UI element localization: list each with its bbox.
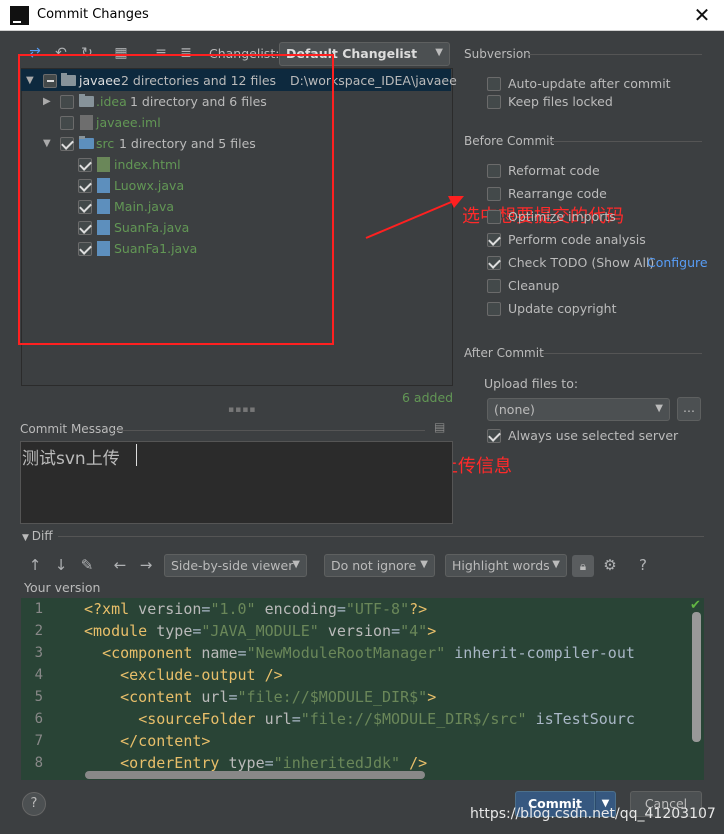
ignore-value: Do not ignore: [331, 558, 417, 573]
optimize-checkbox[interactable]: [487, 210, 501, 224]
browse-servers-button[interactable]: ...: [677, 397, 701, 421]
upload-label: Upload files to:: [484, 376, 579, 391]
divider: [549, 141, 702, 142]
code-text: <module type="JAVA_MODULE" version="4">: [84, 622, 437, 640]
chevron-down-icon: ▼: [292, 559, 300, 570]
code-line: 2 <module type="JAVA_MODULE" version="4">: [21, 620, 704, 642]
window-title: Commit Changes: [37, 7, 149, 22]
gear-icon[interactable]: ⚙: [601, 556, 619, 574]
code-line: 7 </content>: [21, 730, 704, 752]
code-line: 6 <sourceFolder url="file://$MODULE_DIR$…: [21, 708, 704, 730]
checkmark-icon: ✔: [690, 598, 701, 613]
cleanup-checkbox[interactable]: [487, 279, 501, 293]
line-number: 2: [34, 623, 43, 639]
todo-checkbox[interactable]: [487, 256, 501, 270]
your-version-label: Your version: [24, 580, 101, 595]
arrow-left-icon[interactable]: ←: [111, 556, 129, 574]
code-text: </content>: [120, 732, 211, 750]
line-number: 6: [34, 711, 43, 727]
chevron-down-icon: ▼: [22, 533, 32, 543]
chevron-down-icon: ▼: [655, 403, 663, 414]
splitter-handle[interactable]: ▪▪▪▪: [228, 405, 256, 415]
commit-history-icon[interactable]: ▤: [434, 420, 448, 434]
always-use-checkbox[interactable]: [487, 429, 501, 443]
edit-pencil-icon[interactable]: ✎: [78, 556, 96, 574]
auto-update-checkbox[interactable]: [487, 77, 501, 91]
intellij-app-icon: [10, 6, 29, 25]
ignore-select[interactable]: Do not ignore ▼: [324, 554, 435, 577]
arrow-down-icon[interactable]: ↓: [52, 556, 70, 574]
keep-locked-checkbox[interactable]: [487, 95, 501, 109]
code-line: 5 <content url="file://$MODULE_DIR$">: [21, 686, 704, 708]
added-count: 6 added: [402, 390, 454, 405]
subversion-title: Subversion: [464, 47, 531, 61]
reformat-label: Reformat code: [508, 163, 600, 178]
code-text: <?xml version="1.0" encoding="UTF-8"?>: [84, 600, 428, 618]
highlight-value: Highlight words: [452, 558, 550, 573]
after-commit-title: After Commit: [464, 346, 544, 360]
help-button[interactable]: ?: [22, 792, 46, 816]
before-commit-title: Before Commit: [464, 134, 555, 148]
diff-help-icon[interactable]: ?: [634, 556, 652, 574]
reformat-checkbox[interactable]: [487, 164, 501, 178]
divider: [58, 536, 704, 537]
analysis-checkbox[interactable]: [487, 233, 501, 247]
chevron-down-icon: ▼: [552, 559, 560, 570]
chevron-down-icon: ▼: [420, 559, 428, 570]
viewer-value: Side-by-side viewer: [171, 558, 294, 573]
code-text: <component name="NewModuleRootManager" i…: [102, 644, 635, 662]
code-text: <exclude-output />: [120, 666, 283, 684]
optimize-label: Optimize imports: [508, 209, 616, 224]
keep-locked-label: Keep files locked: [508, 94, 613, 109]
close-icon[interactable]: ✕: [689, 3, 715, 27]
horizontal-scrollbar[interactable]: [85, 771, 425, 779]
upload-server-select[interactable]: (none) ▼: [487, 398, 670, 421]
code-line: 1 <?xml version="1.0" encoding="UTF-8"?>: [21, 598, 704, 620]
annotation-arrow: [365, 196, 464, 239]
chevron-down-icon: ▼: [435, 47, 443, 58]
todo-label: Check TODO (Show All): [508, 255, 655, 270]
divider: [113, 430, 425, 431]
rearrange-checkbox[interactable]: [487, 187, 501, 201]
arrow-right-icon[interactable]: →: [137, 556, 155, 574]
divider: [541, 353, 702, 354]
line-number: 3: [34, 645, 43, 661]
commit-message-text[interactable]: 测试svn上传: [22, 444, 120, 469]
divider: [528, 54, 702, 55]
cleanup-label: Cleanup: [508, 278, 560, 293]
rearrange-label: Rearrange code: [508, 186, 607, 201]
line-number: 5: [34, 689, 43, 705]
diff-editor[interactable]: 1 <?xml version="1.0" encoding="UTF-8"?> 2…: [21, 598, 704, 780]
viewer-select[interactable]: Side-by-side viewer ▼: [164, 554, 307, 577]
analysis-label: Perform code analysis: [508, 232, 646, 247]
text-caret: [136, 444, 137, 466]
watermark-text: https://blog.csdn.net/qq_41203107: [470, 806, 716, 822]
annotation-highlight-box: [18, 54, 334, 345]
line-number: 4: [34, 667, 43, 683]
lock-icon[interactable]: 🔒︎: [572, 555, 594, 577]
always-use-label: Always use selected server: [508, 428, 679, 443]
copyright-checkbox[interactable]: [487, 302, 501, 316]
configure-link[interactable]: Configure: [647, 254, 708, 272]
line-number: 8: [34, 755, 43, 771]
diff-label: Diff: [31, 529, 53, 543]
line-number: 7: [34, 733, 43, 749]
diff-section-toggle[interactable]: ▼ Diff: [22, 529, 53, 543]
vertical-scrollbar[interactable]: [692, 612, 701, 742]
code-line: 4 <exclude-output />: [21, 664, 704, 686]
code-text: <sourceFolder url="file://$MODULE_DIR$/s…: [138, 710, 635, 728]
code-line: 3 <component name="NewModuleRootManager"…: [21, 642, 704, 664]
upload-server-value: (none): [494, 402, 535, 417]
highlight-select[interactable]: Highlight words ▼: [445, 554, 567, 577]
arrow-up-icon[interactable]: ↑: [26, 556, 44, 574]
code-text: <content url="file://$MODULE_DIR$">: [120, 688, 437, 706]
line-number: 1: [34, 601, 43, 617]
auto-update-label: Auto-update after commit: [508, 76, 671, 91]
commit-message-label: Commit Message: [20, 422, 124, 436]
copyright-label: Update copyright: [508, 301, 617, 316]
